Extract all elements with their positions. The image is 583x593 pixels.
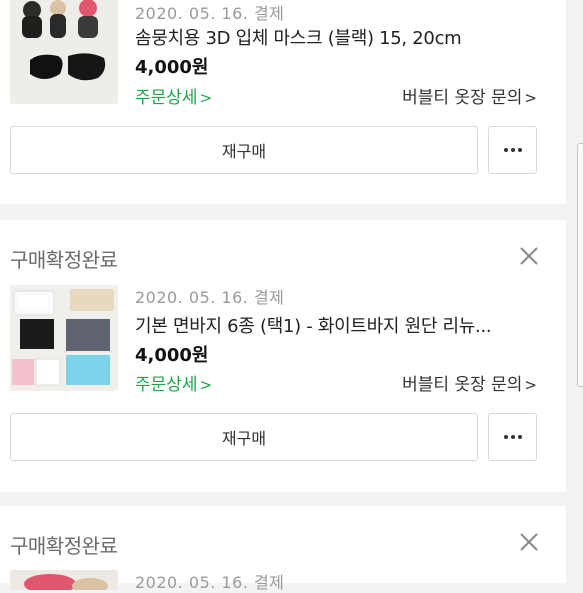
- order-card: 2020. 05. 16. 결제 솜뭉치용 3D 입체 마스크 (블랙) 15,…: [0, 0, 566, 204]
- more-dots-icon: [517, 435, 522, 439]
- order-date: 2020. 05. 16. 결제: [135, 4, 285, 23]
- more-dots-icon: [503, 435, 508, 439]
- close-icon[interactable]: [516, 529, 542, 555]
- order-detail-label: 주문상세: [135, 375, 198, 395]
- seller-inquiry-link[interactable]: 버블티 옷장 문의 >: [402, 83, 537, 108]
- seller-inquiry-link[interactable]: 버블티 옷장 문의 >: [402, 370, 537, 395]
- product-title[interactable]: 기본 면바지 6종 (택1) - 화이트바지 원단 리뉴...: [135, 312, 492, 338]
- close-icon[interactable]: [516, 243, 542, 269]
- chevron-right-icon: >: [199, 89, 213, 107]
- order-date: 2020. 05. 16. 결제: [135, 288, 285, 307]
- seller-inquiry-label: 버블티 옷장 문의: [402, 375, 523, 395]
- order-date: 2020. 05. 16. 결제: [135, 573, 285, 592]
- product-thumbnail[interactable]: [10, 570, 118, 590]
- product-thumbnail[interactable]: [10, 0, 118, 104]
- product-thumbnail[interactable]: [10, 285, 118, 391]
- more-options-button[interactable]: [488, 413, 537, 461]
- order-card: 구매확정완료 2020. 05. 16. 결제: [0, 506, 566, 592]
- order-status: 구매확정완료: [10, 248, 118, 272]
- rebuy-button[interactable]: 재구매: [10, 126, 478, 174]
- order-detail-label: 주문상세: [135, 88, 198, 108]
- seller-inquiry-label: 버블티 옷장 문의: [402, 88, 523, 108]
- scrollbar[interactable]: [577, 143, 583, 387]
- chevron-right-icon: >: [524, 376, 537, 394]
- product-price: 4,000원: [135, 57, 209, 78]
- order-detail-link[interactable]: 주문상세 >: [135, 370, 212, 395]
- rebuy-button[interactable]: 재구매: [10, 413, 478, 461]
- chevron-right-icon: >: [199, 376, 213, 394]
- order-card: 구매확정완료 2020. 05. 16. 결제 기본 면바지 6종 (택1) -…: [0, 220, 566, 492]
- more-options-button[interactable]: [488, 126, 537, 174]
- more-dots-icon: [510, 435, 515, 439]
- chevron-right-icon: >: [524, 89, 537, 107]
- order-detail-link[interactable]: 주문상세 >: [135, 83, 212, 108]
- product-price: 4,000원: [135, 345, 209, 366]
- more-dots-icon: [510, 148, 515, 152]
- product-title[interactable]: 솜뭉치용 3D 입체 마스크 (블랙) 15, 20cm: [135, 24, 462, 50]
- order-status: 구매확정완료: [10, 534, 118, 558]
- more-dots-icon: [503, 148, 508, 152]
- more-dots-icon: [517, 148, 522, 152]
